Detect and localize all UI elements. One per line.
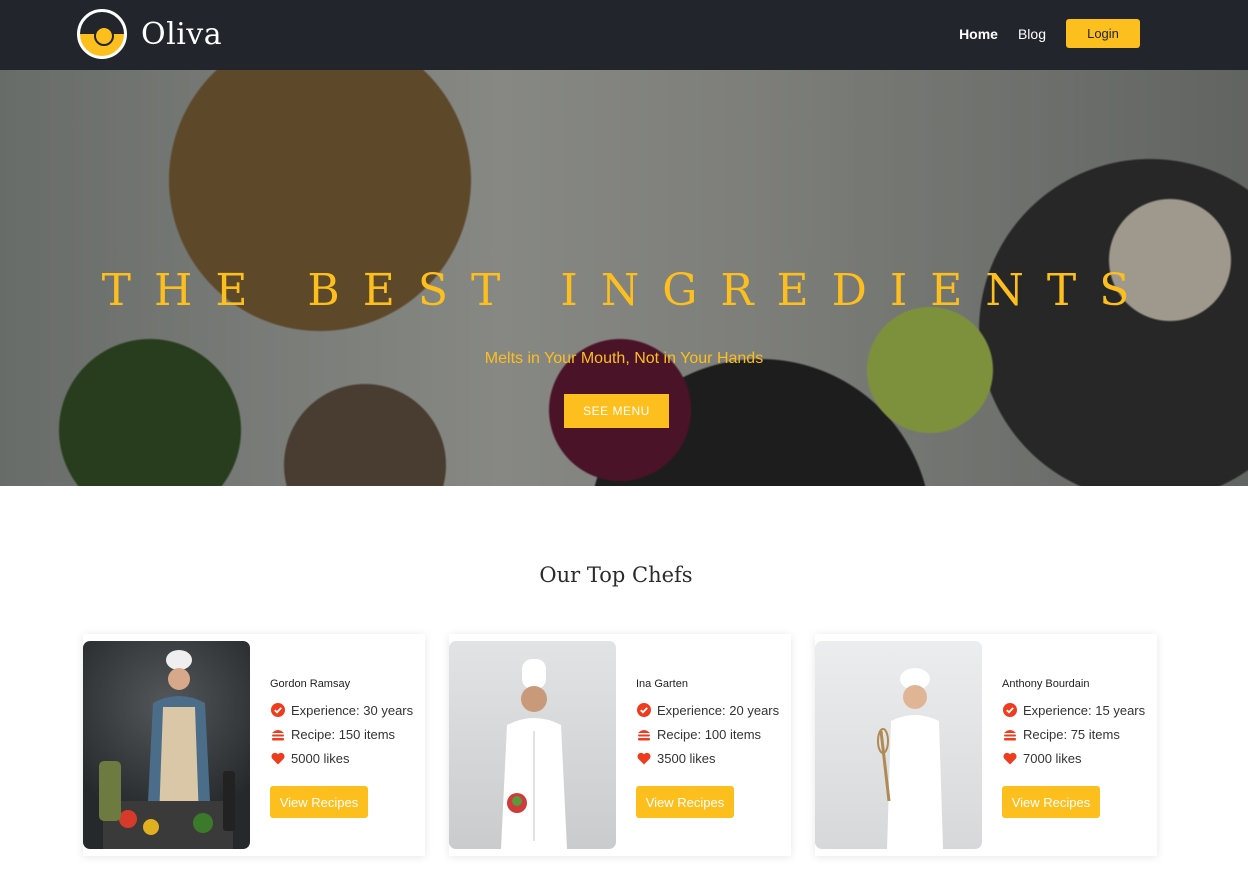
recipe-stat: Recipe: 150 items xyxy=(270,722,413,746)
heart-icon xyxy=(270,751,285,766)
heart-icon xyxy=(1002,751,1017,766)
login-button[interactable]: Login xyxy=(1066,19,1140,48)
view-recipes-button[interactable]: View Recipes xyxy=(1002,786,1100,818)
experience-text: Experience: 15 years xyxy=(1023,702,1146,718)
check-circle-icon xyxy=(270,703,285,718)
chef-photo xyxy=(449,641,616,849)
chef-photo xyxy=(815,641,982,849)
burger-icon xyxy=(636,727,651,742)
see-menu-button[interactable]: SEE MENU xyxy=(564,394,669,428)
recipe-text: Recipe: 75 items xyxy=(1023,726,1120,742)
burger-icon xyxy=(1002,727,1017,742)
burger-icon xyxy=(270,727,285,742)
experience-text: Experience: 20 years xyxy=(657,702,780,718)
chef-cards: Gordon Ramsay Experience: 30 years Recip… xyxy=(83,634,1181,856)
chef-name: Anthony Bourdain xyxy=(1002,678,1090,690)
recipe-text: Recipe: 150 items xyxy=(291,726,396,742)
nav-link-blog[interactable]: Blog xyxy=(1018,26,1046,42)
experience-stat: Experience: 15 years xyxy=(1002,698,1145,722)
hero-banner: THE BEST INGREDIENTS Melts in Your Mouth… xyxy=(0,70,1248,486)
chef-card: Gordon Ramsay Experience: 30 years Recip… xyxy=(83,634,425,856)
nav-link-home[interactable]: Home xyxy=(959,26,998,42)
chef-info: Ina Garten Experience: 20 years Recipe: … xyxy=(636,678,779,818)
likes-text: 5000 likes xyxy=(291,750,350,766)
likes-text: 7000 likes xyxy=(1023,750,1082,766)
brand-name: Oliva xyxy=(141,16,223,52)
check-circle-icon xyxy=(636,703,651,718)
chef-card: Anthony Bourdain Experience: 15 years Re… xyxy=(815,634,1157,856)
chef-info: Gordon Ramsay Experience: 30 years Recip… xyxy=(270,678,413,818)
likes-stat: 7000 likes xyxy=(1002,746,1145,770)
section-title: Our Top Chefs xyxy=(539,563,693,587)
likes-stat: 3500 likes xyxy=(636,746,779,770)
check-circle-icon xyxy=(1002,703,1017,718)
brand[interactable]: Oliva xyxy=(77,9,222,59)
navbar: Oliva Home Blog Login xyxy=(0,0,1248,70)
view-recipes-button[interactable]: View Recipes xyxy=(270,786,368,818)
heart-icon xyxy=(636,751,651,766)
view-recipes-button[interactable]: View Recipes xyxy=(636,786,734,818)
likes-text: 3500 likes xyxy=(657,750,716,766)
likes-stat: 5000 likes xyxy=(270,746,413,770)
recipe-stat: Recipe: 100 items xyxy=(636,722,779,746)
chef-card: Ina Garten Experience: 20 years Recipe: … xyxy=(449,634,791,856)
recipe-stat: Recipe: 75 items xyxy=(1002,722,1145,746)
hero-subtitle: Melts in Your Mouth, Not in Your Hands xyxy=(484,350,764,367)
experience-stat: Experience: 30 years xyxy=(270,698,413,722)
chef-info: Anthony Bourdain Experience: 15 years Re… xyxy=(1002,678,1145,818)
logo-icon xyxy=(77,9,127,59)
chef-photo xyxy=(83,641,250,849)
hero-title: THE BEST INGREDIENTS xyxy=(101,265,1153,316)
nav-links: Home Blog Login xyxy=(959,19,1140,48)
experience-text: Experience: 30 years xyxy=(291,702,414,718)
chef-name: Gordon Ramsay xyxy=(270,678,351,690)
chef-name: Ina Garten xyxy=(636,678,688,690)
recipe-text: Recipe: 100 items xyxy=(657,726,762,742)
experience-stat: Experience: 20 years xyxy=(636,698,779,722)
